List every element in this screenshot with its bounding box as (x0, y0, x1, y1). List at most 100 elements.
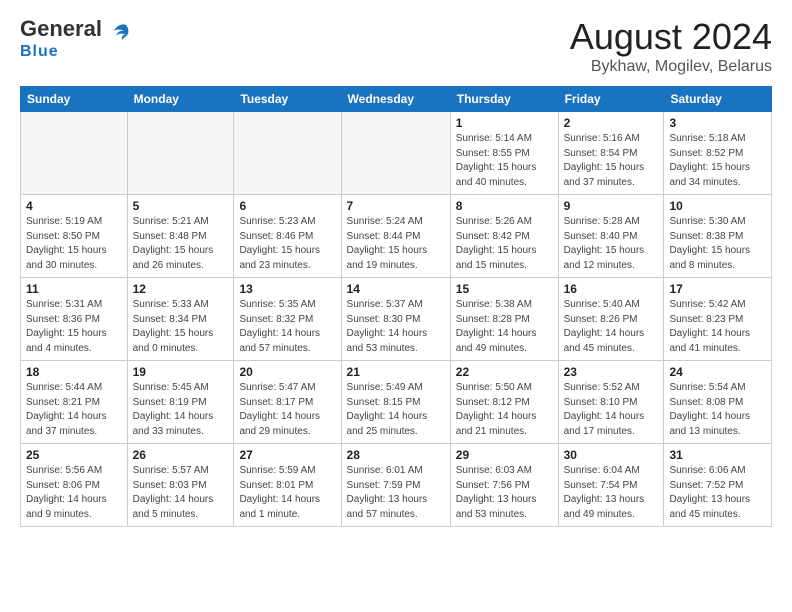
calendar-week-row: 1 Sunrise: 5:14 AM Sunset: 8:55 PM Daylig… (21, 112, 772, 195)
calendar-cell: 30Sunrise: 6:04 AM Sunset: 7:54 PM Dayli… (558, 444, 664, 527)
day-number: 8 (456, 199, 553, 213)
day-info: Sunrise: 5:42 AM Sunset: 8:23 PM Dayligh… (669, 298, 766, 356)
day-info: Sunrise: 5:52 AM Sunset: 8:10 PM Dayligh… (564, 381, 659, 439)
calendar-cell: 24 Sunrise: 5:54 AM Sunset: 8:08 PM Dayli… (664, 361, 772, 444)
day-info: Sunrise: 5:37 AM Sunset: 8:30 PM Dayligh… (347, 298, 445, 356)
calendar-cell: 21 Sunrise: 5:49 AM Sunset: 8:15 PM Dayli… (341, 361, 450, 444)
page-header: General Blue August 2024 Bykhaw, Mogilev… (20, 16, 772, 76)
day-info: Sunrise: 5:50 AM Sunset: 8:12 PM Dayligh… (456, 381, 553, 439)
calendar-cell: 7 Sunrise: 5:24 AM Sunset: 8:44 PM Daylig… (341, 195, 450, 278)
calendar-cell: 5Sunrise: 5:21 AM Sunset: 8:48 PM Daylig… (127, 195, 234, 278)
day-number: 9 (564, 199, 659, 213)
col-friday: Friday (558, 87, 664, 112)
calendar-cell: 11Sunrise: 5:31 AM Sunset: 8:36 PM Dayli… (21, 278, 128, 361)
day-info: Sunrise: 5:30 AM Sunset: 8:38 PM Dayligh… (669, 215, 766, 273)
calendar-cell: 22 Sunrise: 5:50 AM Sunset: 8:12 PM Dayli… (450, 361, 558, 444)
col-monday: Monday (127, 87, 234, 112)
logo: General Blue (20, 16, 130, 61)
day-number: 28 (347, 448, 445, 462)
day-number: 23 (564, 365, 659, 379)
day-number: 24 (669, 365, 766, 379)
day-number: 17 (669, 282, 766, 296)
day-info: Sunrise: 5:33 AM Sunset: 8:34 PM Dayligh… (133, 298, 229, 356)
day-number: 3 (669, 116, 766, 130)
day-number: 22 (456, 365, 553, 379)
calendar-cell: 28 Sunrise: 6:01 AM Sunset: 7:59 PM Dayli… (341, 444, 450, 527)
calendar-week-row: 4Sunrise: 5:19 AM Sunset: 8:50 PM Daylig… (21, 195, 772, 278)
day-info: Sunrise: 5:45 AM Sunset: 8:19 PM Dayligh… (133, 381, 229, 439)
day-info: Sunrise: 5:28 AM Sunset: 8:40 PM Dayligh… (564, 215, 659, 273)
calendar-cell: 16 Sunrise: 5:40 AM Sunset: 8:26 PM Dayli… (558, 278, 664, 361)
day-number: 30 (564, 448, 659, 462)
day-info: Sunrise: 5:26 AM Sunset: 8:42 PM Dayligh… (456, 215, 553, 273)
day-number: 7 (347, 199, 445, 213)
day-number: 2 (564, 116, 659, 130)
day-info: Sunrise: 5:14 AM Sunset: 8:55 PM Dayligh… (456, 132, 553, 190)
calendar-cell: 3 Sunrise: 5:18 AM Sunset: 8:52 PM Daylig… (664, 112, 772, 195)
day-info: Sunrise: 5:24 AM Sunset: 8:44 PM Dayligh… (347, 215, 445, 273)
calendar-cell: 12 Sunrise: 5:33 AM Sunset: 8:34 PM Dayli… (127, 278, 234, 361)
day-number: 15 (456, 282, 553, 296)
day-info: Sunrise: 5:57 AM Sunset: 8:03 PM Dayligh… (133, 464, 229, 522)
calendar-cell: 14 Sunrise: 5:37 AM Sunset: 8:30 PM Dayli… (341, 278, 450, 361)
day-number: 14 (347, 282, 445, 296)
day-number: 13 (239, 282, 335, 296)
col-saturday: Saturday (664, 87, 772, 112)
day-number: 1 (456, 116, 553, 130)
day-info: Sunrise: 5:54 AM Sunset: 8:08 PM Dayligh… (669, 381, 766, 439)
day-number: 21 (347, 365, 445, 379)
day-number: 27 (239, 448, 335, 462)
day-number: 10 (669, 199, 766, 213)
day-number: 29 (456, 448, 553, 462)
day-info: Sunrise: 6:01 AM Sunset: 7:59 PM Dayligh… (347, 464, 445, 522)
day-number: 12 (133, 282, 229, 296)
calendar-cell: 29 Sunrise: 6:03 AM Sunset: 7:56 PM Dayli… (450, 444, 558, 527)
day-info: Sunrise: 5:19 AM Sunset: 8:50 PM Dayligh… (26, 215, 122, 273)
day-info: Sunrise: 5:35 AM Sunset: 8:32 PM Dayligh… (239, 298, 335, 356)
day-number: 31 (669, 448, 766, 462)
title-block: August 2024 Bykhaw, Mogilev, Belarus (570, 16, 772, 76)
day-info: Sunrise: 6:03 AM Sunset: 7:56 PM Dayligh… (456, 464, 553, 522)
day-info: Sunrise: 5:59 AM Sunset: 8:01 PM Dayligh… (239, 464, 335, 522)
logo-general: General (20, 16, 102, 41)
day-number: 19 (133, 365, 229, 379)
calendar-cell: 6Sunrise: 5:23 AM Sunset: 8:46 PM Daylig… (234, 195, 341, 278)
day-info: Sunrise: 5:49 AM Sunset: 8:15 PM Dayligh… (347, 381, 445, 439)
calendar-cell: 31 Sunrise: 6:06 AM Sunset: 7:52 PM Dayli… (664, 444, 772, 527)
month-title: August 2024 (570, 16, 772, 58)
calendar-cell: 13 Sunrise: 5:35 AM Sunset: 8:32 PM Dayli… (234, 278, 341, 361)
calendar-cell: 15 Sunrise: 5:38 AM Sunset: 8:28 PM Dayli… (450, 278, 558, 361)
day-info: Sunrise: 5:16 AM Sunset: 8:54 PM Dayligh… (564, 132, 659, 190)
calendar-cell (21, 112, 128, 195)
calendar-cell: 23 Sunrise: 5:52 AM Sunset: 8:10 PM Dayli… (558, 361, 664, 444)
day-number: 25 (26, 448, 122, 462)
col-tuesday: Tuesday (234, 87, 341, 112)
calendar-cell: 10 Sunrise: 5:30 AM Sunset: 8:38 PM Dayli… (664, 195, 772, 278)
day-number: 16 (564, 282, 659, 296)
day-number: 26 (133, 448, 229, 462)
calendar-cell: 17 Sunrise: 5:42 AM Sunset: 8:23 PM Dayli… (664, 278, 772, 361)
calendar-week-row: 11Sunrise: 5:31 AM Sunset: 8:36 PM Dayli… (21, 278, 772, 361)
day-info: Sunrise: 6:06 AM Sunset: 7:52 PM Dayligh… (669, 464, 766, 522)
day-number: 5 (133, 199, 229, 213)
day-number: 18 (26, 365, 122, 379)
day-info: Sunrise: 5:44 AM Sunset: 8:21 PM Dayligh… (26, 381, 122, 439)
calendar-cell (341, 112, 450, 195)
day-info: Sunrise: 5:56 AM Sunset: 8:06 PM Dayligh… (26, 464, 122, 522)
calendar-week-row: 25 Sunrise: 5:56 AM Sunset: 8:06 PM Dayli… (21, 444, 772, 527)
day-info: Sunrise: 5:31 AM Sunset: 8:36 PM Dayligh… (26, 298, 122, 356)
calendar-cell: 20Sunrise: 5:47 AM Sunset: 8:17 PM Dayli… (234, 361, 341, 444)
day-number: 6 (239, 199, 335, 213)
calendar-cell (127, 112, 234, 195)
day-info: Sunrise: 5:18 AM Sunset: 8:52 PM Dayligh… (669, 132, 766, 190)
day-info: Sunrise: 5:40 AM Sunset: 8:26 PM Dayligh… (564, 298, 659, 356)
calendar-table: Sunday Monday Tuesday Wednesday Thursday… (20, 86, 772, 527)
calendar-cell: 8 Sunrise: 5:26 AM Sunset: 8:42 PM Daylig… (450, 195, 558, 278)
calendar-cell: 26 Sunrise: 5:57 AM Sunset: 8:03 PM Dayli… (127, 444, 234, 527)
calendar-cell: 25 Sunrise: 5:56 AM Sunset: 8:06 PM Dayli… (21, 444, 128, 527)
day-info: Sunrise: 5:38 AM Sunset: 8:28 PM Dayligh… (456, 298, 553, 356)
calendar-cell: 1 Sunrise: 5:14 AM Sunset: 8:55 PM Daylig… (450, 112, 558, 195)
col-wednesday: Wednesday (341, 87, 450, 112)
day-number: 20 (239, 365, 335, 379)
calendar-cell: 19 Sunrise: 5:45 AM Sunset: 8:19 PM Dayli… (127, 361, 234, 444)
